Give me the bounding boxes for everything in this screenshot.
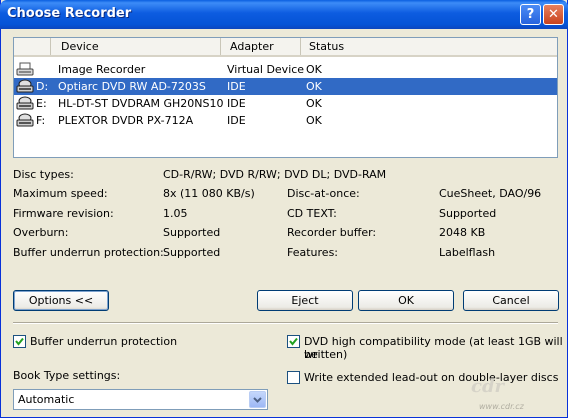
- drive-letter: E:: [36, 97, 47, 110]
- list-item[interactable]: D: Optiarc DVD RW AD-7203S IDE OK: [14, 78, 557, 95]
- title-bar[interactable]: Choose Recorder ? ✕: [0, 0, 568, 29]
- dvd-high-compat-checkbox[interactable]: [287, 335, 300, 348]
- device-status: OK: [306, 80, 322, 93]
- options-button[interactable]: Options <<: [13, 290, 109, 311]
- max-speed-value: 8x (11 080 KB/s): [163, 187, 255, 200]
- buffer-underrun-checkbox[interactable]: [13, 335, 26, 348]
- disc-types-value: CD-R/RW; DVD R/RW; DVD DL; DVD-RAM: [163, 168, 387, 181]
- disc-drive-icon: [16, 96, 34, 110]
- adapter-name: IDE: [227, 114, 246, 127]
- device-status: OK: [306, 63, 322, 76]
- features-label: Features:: [287, 246, 339, 259]
- buffer-underrun-label: Buffer underrun protection:: [13, 246, 164, 259]
- disc-at-once-value: CueSheet, DAO/96: [439, 187, 542, 200]
- ok-button[interactable]: OK: [358, 290, 454, 311]
- book-type-value: Automatic: [18, 393, 75, 406]
- book-type-select[interactable]: Automatic: [13, 389, 268, 410]
- overburn-label: Overburn:: [13, 226, 69, 239]
- image-recorder-icon: [16, 62, 34, 76]
- column-header-status[interactable]: Status: [301, 38, 557, 55]
- device-name: Optiarc DVD RW AD-7203S: [58, 80, 206, 93]
- close-button[interactable]: ✕: [543, 4, 564, 25]
- buffer-underrun-value: Supported: [163, 246, 221, 259]
- device-name: PLEXTOR DVDR PX-712A: [58, 114, 194, 127]
- device-status: OK: [306, 114, 322, 127]
- checkmark-icon: [15, 337, 24, 346]
- device-status: OK: [306, 97, 322, 110]
- firmware-label: Firmware revision:: [13, 207, 114, 220]
- adapter-name: IDE: [227, 97, 246, 110]
- list-item[interactable]: Image Recorder Virtual Device OK: [14, 61, 557, 78]
- buffer-underrun-option-label[interactable]: Buffer underrun protection: [30, 335, 177, 348]
- disc-drive-icon: [16, 113, 34, 127]
- device-name: HL-DT-ST DVDRAM GH20NS10: [58, 97, 224, 110]
- dvd-high-compat-label-line2[interactable]: written): [304, 348, 347, 361]
- firmware-value: 1.05: [163, 207, 188, 220]
- checkmark-icon: [289, 337, 298, 346]
- max-speed-label: Maximum speed:: [13, 187, 108, 200]
- help-button[interactable]: ?: [520, 4, 541, 25]
- adapter-name: IDE: [227, 80, 246, 93]
- column-header-icon[interactable]: [14, 38, 51, 55]
- device-name: Image Recorder: [58, 63, 146, 76]
- features-value: Labelflash: [439, 246, 496, 259]
- drive-letter: D:: [36, 80, 49, 93]
- separator: [13, 322, 558, 324]
- disc-types-label: Disc types:: [13, 168, 74, 181]
- extended-leadout-checkbox[interactable]: [287, 371, 300, 384]
- list-header: Device Adapter Status: [14, 38, 557, 57]
- disc-drive-icon: [16, 79, 34, 93]
- choose-recorder-dialog: Choose Recorder ? ✕ Device Adapter Statu…: [0, 0, 568, 418]
- column-header-device[interactable]: Device: [51, 38, 221, 55]
- eject-button[interactable]: Eject: [257, 290, 353, 311]
- disc-at-once-label: Disc-at-once:: [287, 187, 360, 200]
- cd-text-value: Supported: [439, 207, 497, 220]
- recorder-list[interactable]: Device Adapter Status Image Recorder Vir…: [13, 37, 558, 158]
- watermark-url: www.cdr.cz: [479, 402, 524, 411]
- drive-letter: F:: [36, 114, 46, 127]
- adapter-name: Virtual Device: [227, 63, 305, 76]
- watermark-logo: cdr: [471, 376, 505, 397]
- dropdown-arrow-icon[interactable]: [249, 391, 266, 408]
- recorder-buffer-label: Recorder buffer:: [287, 226, 377, 239]
- book-type-label: Book Type settings:: [13, 369, 121, 382]
- list-item[interactable]: E: HL-DT-ST DVDRAM GH20NS10 IDE OK: [14, 95, 557, 112]
- column-header-adapter[interactable]: Adapter: [221, 38, 301, 55]
- window-title: Choose Recorder: [7, 6, 132, 21]
- overburn-value: Supported: [163, 226, 221, 239]
- cd-text-label: CD TEXT:: [287, 207, 337, 220]
- cancel-button[interactable]: Cancel: [463, 290, 559, 311]
- list-item[interactable]: F: PLEXTOR DVDR PX-712A IDE OK: [14, 112, 557, 129]
- recorder-buffer-value: 2048 KB: [439, 226, 486, 239]
